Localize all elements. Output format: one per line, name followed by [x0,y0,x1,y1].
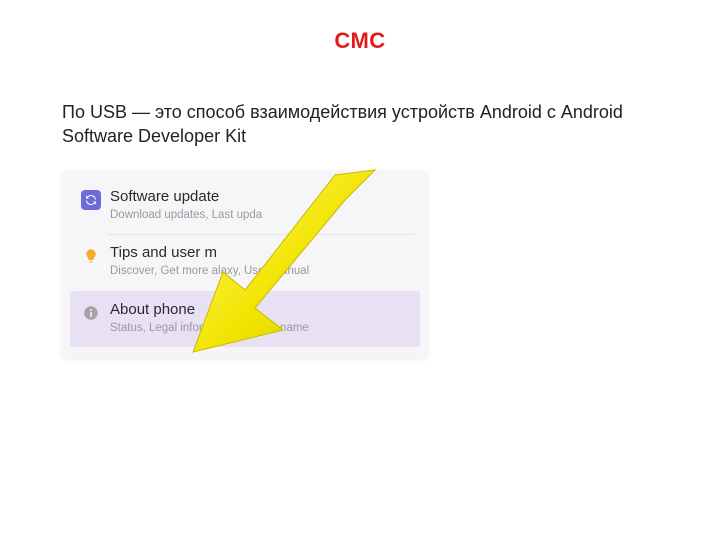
settings-row-tips[interactable]: Tips and user m Discover, Get more alaxy… [70,234,420,290]
settings-card: Software update Download updates, Last u… [62,170,428,357]
info-icon [81,303,101,323]
settings-row-about-phone[interactable]: About phone Status, Legal information, P… [70,291,420,347]
settings-row-software-update[interactable]: Software update Download updates, Last u… [70,178,420,234]
tips-icon [81,246,101,266]
row-title: Software update [110,188,414,206]
row-title: Tips and user m [110,244,414,262]
body-paragraph: По USB — это способ взаимодействия устро… [62,100,642,149]
update-icon [81,190,101,210]
row-subtitle: Discover, Get more alaxy, User manual [110,264,414,278]
page-title: СМС [0,28,720,54]
row-subtitle: Download updates, Last upda [110,208,414,222]
row-title: About phone [110,301,414,319]
row-subtitle: Status, Legal information, Phone name [110,321,414,335]
